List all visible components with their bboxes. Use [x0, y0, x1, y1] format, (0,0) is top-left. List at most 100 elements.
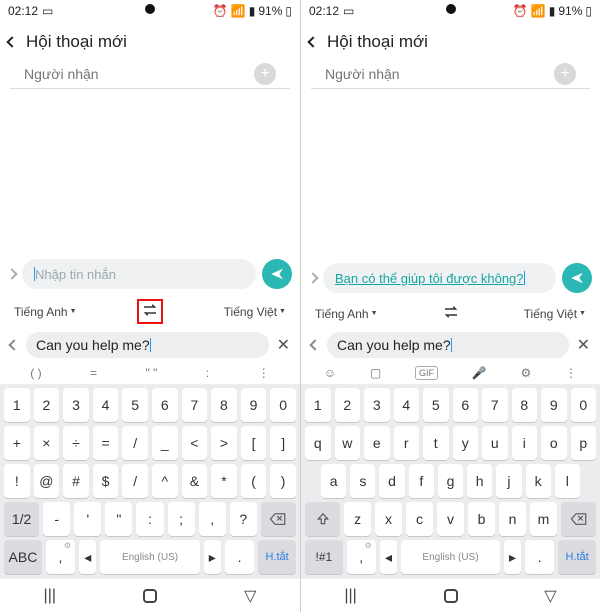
- tb-item[interactable]: ( ): [30, 366, 41, 380]
- collapse-icon[interactable]: [311, 341, 319, 349]
- shortcut-key[interactable]: H.tắt: [558, 540, 596, 574]
- key-6[interactable]: 6: [152, 388, 178, 422]
- key-r[interactable]: r: [394, 426, 420, 460]
- key-i[interactable]: i: [512, 426, 538, 460]
- expand-icon[interactable]: [309, 274, 317, 282]
- key-2[interactable]: 2: [335, 388, 361, 422]
- message-input[interactable]: Bạn có thể giúp tôi được không?: [323, 263, 556, 293]
- tb-item[interactable]: " ": [146, 366, 158, 380]
- dst-language[interactable]: Tiếng Việt ▼: [224, 305, 286, 319]
- key-y[interactable]: y: [453, 426, 479, 460]
- key-5[interactable]: 5: [122, 388, 148, 422]
- voice-icon[interactable]: 🎤: [472, 366, 487, 380]
- key-][interactable]: ]: [270, 426, 296, 460]
- key-t[interactable]: t: [423, 426, 449, 460]
- key-f[interactable]: f: [409, 464, 434, 498]
- key--[interactable]: -: [43, 502, 70, 536]
- key-([interactable]: (: [241, 464, 267, 498]
- period-key[interactable]: .: [225, 540, 254, 574]
- key-d[interactable]: d: [379, 464, 404, 498]
- home-button[interactable]: [444, 589, 458, 603]
- recents-button[interactable]: |||: [44, 587, 56, 605]
- key-7[interactable]: 7: [482, 388, 508, 422]
- key-4[interactable]: 4: [93, 388, 119, 422]
- swap-languages-button[interactable]: [137, 299, 163, 324]
- key-c[interactable]: c: [406, 502, 433, 536]
- comma-key[interactable]: ,⚙: [46, 540, 75, 574]
- key-m[interactable]: m: [530, 502, 557, 536]
- abc-key[interactable]: ABC: [4, 540, 42, 574]
- key-j[interactable]: j: [496, 464, 521, 498]
- translate-input[interactable]: Can you help me?: [327, 332, 569, 358]
- key-s[interactable]: s: [350, 464, 375, 498]
- lang-right-key[interactable]: ▸: [504, 540, 521, 574]
- key-0[interactable]: 0: [571, 388, 597, 422]
- key-v[interactable]: v: [437, 502, 464, 536]
- key-1[interactable]: 1: [305, 388, 331, 422]
- key-$[interactable]: $: [93, 464, 119, 498]
- collapse-icon[interactable]: [10, 341, 18, 349]
- key-3[interactable]: 3: [63, 388, 89, 422]
- key-÷[interactable]: ÷: [63, 426, 89, 460]
- src-language[interactable]: Tiếng Anh ▼: [315, 307, 378, 321]
- tb-item[interactable]: =: [90, 366, 97, 380]
- home-button[interactable]: [143, 589, 157, 603]
- clear-icon[interactable]: ✕: [577, 335, 590, 355]
- expand-icon[interactable]: [8, 270, 16, 278]
- gif-icon[interactable]: GIF: [415, 366, 438, 380]
- key-g[interactable]: g: [438, 464, 463, 498]
- key-&[interactable]: &: [182, 464, 208, 498]
- key-w[interactable]: w: [335, 426, 361, 460]
- key-q[interactable]: q: [305, 426, 331, 460]
- recents-button[interactable]: |||: [344, 587, 356, 605]
- lang-left-key[interactable]: ◂: [380, 540, 397, 574]
- clear-icon[interactable]: ✕: [277, 335, 290, 355]
- key-8[interactable]: 8: [211, 388, 237, 422]
- recipient-input[interactable]: [24, 62, 246, 86]
- period-key[interactable]: .: [525, 540, 554, 574]
- tb-item[interactable]: :: [206, 366, 209, 380]
- space-key[interactable]: English (US): [401, 540, 500, 574]
- dst-language[interactable]: Tiếng Việt ▼: [524, 307, 586, 321]
- mode-key[interactable]: !#1: [305, 540, 343, 574]
- lang-left-key[interactable]: ◂: [79, 540, 96, 574]
- add-recipient-icon[interactable]: +: [254, 63, 276, 85]
- key-a[interactable]: a: [321, 464, 346, 498]
- key-)[interactable]: ): [270, 464, 296, 498]
- emoji-icon[interactable]: ☺: [324, 366, 336, 380]
- add-recipient-icon[interactable]: +: [554, 63, 576, 85]
- shift-key[interactable]: [305, 502, 340, 536]
- key-<[interactable]: <: [182, 426, 208, 460]
- backspace-key[interactable]: [261, 502, 296, 536]
- key-:[interactable]: :: [136, 502, 163, 536]
- key-+[interactable]: +: [4, 426, 30, 460]
- key-_[interactable]: _: [152, 426, 178, 460]
- back-icon[interactable]: [309, 38, 317, 46]
- key-?[interactable]: ?: [230, 502, 257, 536]
- space-key[interactable]: English (US): [100, 540, 199, 574]
- key-3[interactable]: 3: [364, 388, 390, 422]
- key-1[interactable]: 1: [4, 388, 30, 422]
- settings-icon[interactable]: ⚙: [521, 366, 532, 380]
- key-7[interactable]: 7: [182, 388, 208, 422]
- translate-input[interactable]: Can you help me?: [26, 332, 269, 358]
- src-language[interactable]: Tiếng Anh ▼: [14, 305, 77, 319]
- key-o[interactable]: o: [541, 426, 567, 460]
- key-5[interactable]: 5: [423, 388, 449, 422]
- key-e[interactable]: e: [364, 426, 390, 460]
- key-z[interactable]: z: [344, 502, 371, 536]
- back-icon[interactable]: [8, 38, 16, 46]
- key-'[interactable]: ': [74, 502, 101, 536]
- key-0[interactable]: 0: [270, 388, 296, 422]
- nav-back-button[interactable]: ▽: [544, 586, 556, 606]
- key-,[interactable]: ,: [199, 502, 226, 536]
- key-=[interactable]: =: [93, 426, 119, 460]
- comma-key[interactable]: ,⚙: [347, 540, 376, 574]
- recipient-input[interactable]: [325, 62, 546, 86]
- key-k[interactable]: k: [526, 464, 551, 498]
- key-[[interactable]: [: [241, 426, 267, 460]
- key-^[interactable]: ^: [152, 464, 178, 498]
- key-"[interactable]: ": [105, 502, 132, 536]
- backspace-key[interactable]: [561, 502, 596, 536]
- key-*[interactable]: *: [211, 464, 237, 498]
